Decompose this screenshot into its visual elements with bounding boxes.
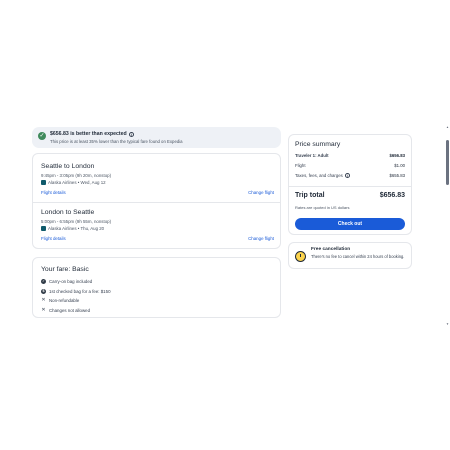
trip-total: Trip total $656.83	[295, 192, 405, 199]
price-row-value: $656.83	[389, 153, 405, 158]
fare-card: Your fare: Basic ✓ Carry-on bag included…	[32, 257, 281, 318]
flights-card: Seattle to London 9:45pm - 3:05pm (9h 20…	[32, 153, 281, 249]
banner-subtitle: This price is at least 35% lower than th…	[50, 139, 183, 144]
fare-feature: ✕ Changes not allowed	[41, 306, 111, 316]
scroll-down-icon[interactable]: ▼	[446, 323, 449, 326]
flight-times: 9:45pm - 3:05pm (9h 20m, nonstop)	[41, 173, 112, 178]
flight-times: 5:00pm - 6:55pm (9h 55m, nonstop)	[41, 219, 112, 224]
flight-details-link[interactable]: Flight details	[41, 190, 66, 195]
trip-total-value: $656.83	[379, 192, 405, 199]
scroll-up-icon[interactable]: ▲	[446, 126, 449, 129]
currency-note: Rates are quoted in US dollars	[295, 205, 350, 210]
price-row-taxes: Taxes, fees, and charges i $655.83	[295, 173, 405, 178]
fare-feature-text: 1st checked bag for a fee: $150	[49, 288, 111, 294]
banner-title: $656.83 is better than expected	[50, 131, 127, 137]
flight-route-title: Seattle to London	[41, 163, 95, 170]
fare-feature-text: Carry-on bag included	[49, 279, 93, 285]
price-summary-card: Price summary Traveler 1: Adult $656.83 …	[288, 134, 412, 235]
free-cancellation-card: Free cancellation There's no fee to canc…	[288, 242, 412, 269]
flight-airline: Alaska Airlines • Wed, Aug 12	[41, 180, 274, 185]
price-summary-title: Price summary	[295, 141, 341, 148]
flight-airline-date: Alaska Airlines • Thu, Aug 20	[48, 226, 105, 231]
info-icon[interactable]: i	[128, 131, 134, 137]
price-row-flight: Flight $1.00	[295, 163, 405, 168]
dollar-icon: $	[41, 288, 46, 294]
airline-logo-icon	[41, 226, 46, 231]
x-icon: ✕	[41, 297, 46, 304]
flight-airline: Alaska Airlines • Thu, Aug 20	[41, 226, 274, 231]
flight-details-link[interactable]: Flight details	[41, 236, 66, 241]
clock-icon	[295, 251, 306, 262]
flight-divider	[33, 202, 280, 203]
check-icon: ✓	[41, 279, 46, 285]
check-circle-icon: ✓	[38, 132, 46, 140]
page-scrollbar[interactable]: ▲ ▼	[446, 126, 449, 326]
price-row-traveler: Traveler 1: Adult $656.83	[295, 153, 405, 158]
price-insight-banner: ✓ $656.83 is better than expected i This…	[32, 127, 281, 148]
scrollbar-thumb[interactable]	[446, 140, 449, 185]
price-row-label: Taxes, fees, and charges	[295, 173, 343, 178]
fare-features-list: ✓ Carry-on bag included $ 1st checked ba…	[41, 277, 111, 315]
price-divider	[289, 186, 411, 187]
x-icon: ✕	[41, 306, 46, 313]
flight-leg-return: London to Seattle 5:00pm - 6:55pm (9h 55…	[41, 209, 274, 241]
info-icon[interactable]: i	[344, 173, 350, 178]
change-flight-link[interactable]: Change flight	[248, 190, 274, 195]
fare-feature: ✓ Carry-on bag included	[41, 277, 111, 287]
trip-total-label: Trip total	[295, 192, 325, 199]
fare-feature-text: Changes not allowed	[49, 307, 91, 313]
check-out-button[interactable]: Check out	[295, 218, 405, 230]
price-row-label: Traveler 1: Adult	[295, 153, 329, 158]
flight-airline-date: Alaska Airlines • Wed, Aug 12	[48, 180, 106, 185]
flight-leg-outbound: Seattle to London 9:45pm - 3:05pm (9h 20…	[41, 163, 274, 195]
fare-heading: Your fare: Basic	[41, 266, 89, 273]
airline-logo-icon	[41, 180, 46, 185]
flight-route-title: London to Seattle	[41, 209, 95, 216]
change-flight-link[interactable]: Change flight	[248, 236, 274, 241]
fare-feature: ✕ Non-refundable	[41, 296, 111, 306]
fare-feature-text: Non-refundable	[49, 298, 80, 304]
cancellation-text: There's no fee to cancel within 24 hours…	[311, 254, 405, 259]
cancellation-title: Free cancellation	[311, 247, 351, 252]
fare-feature: $ 1st checked bag for a fee: $150	[41, 287, 111, 297]
price-row-value: $655.83	[389, 173, 405, 178]
price-row-value: $1.00	[394, 163, 405, 168]
price-row-label: Flight	[295, 163, 306, 168]
